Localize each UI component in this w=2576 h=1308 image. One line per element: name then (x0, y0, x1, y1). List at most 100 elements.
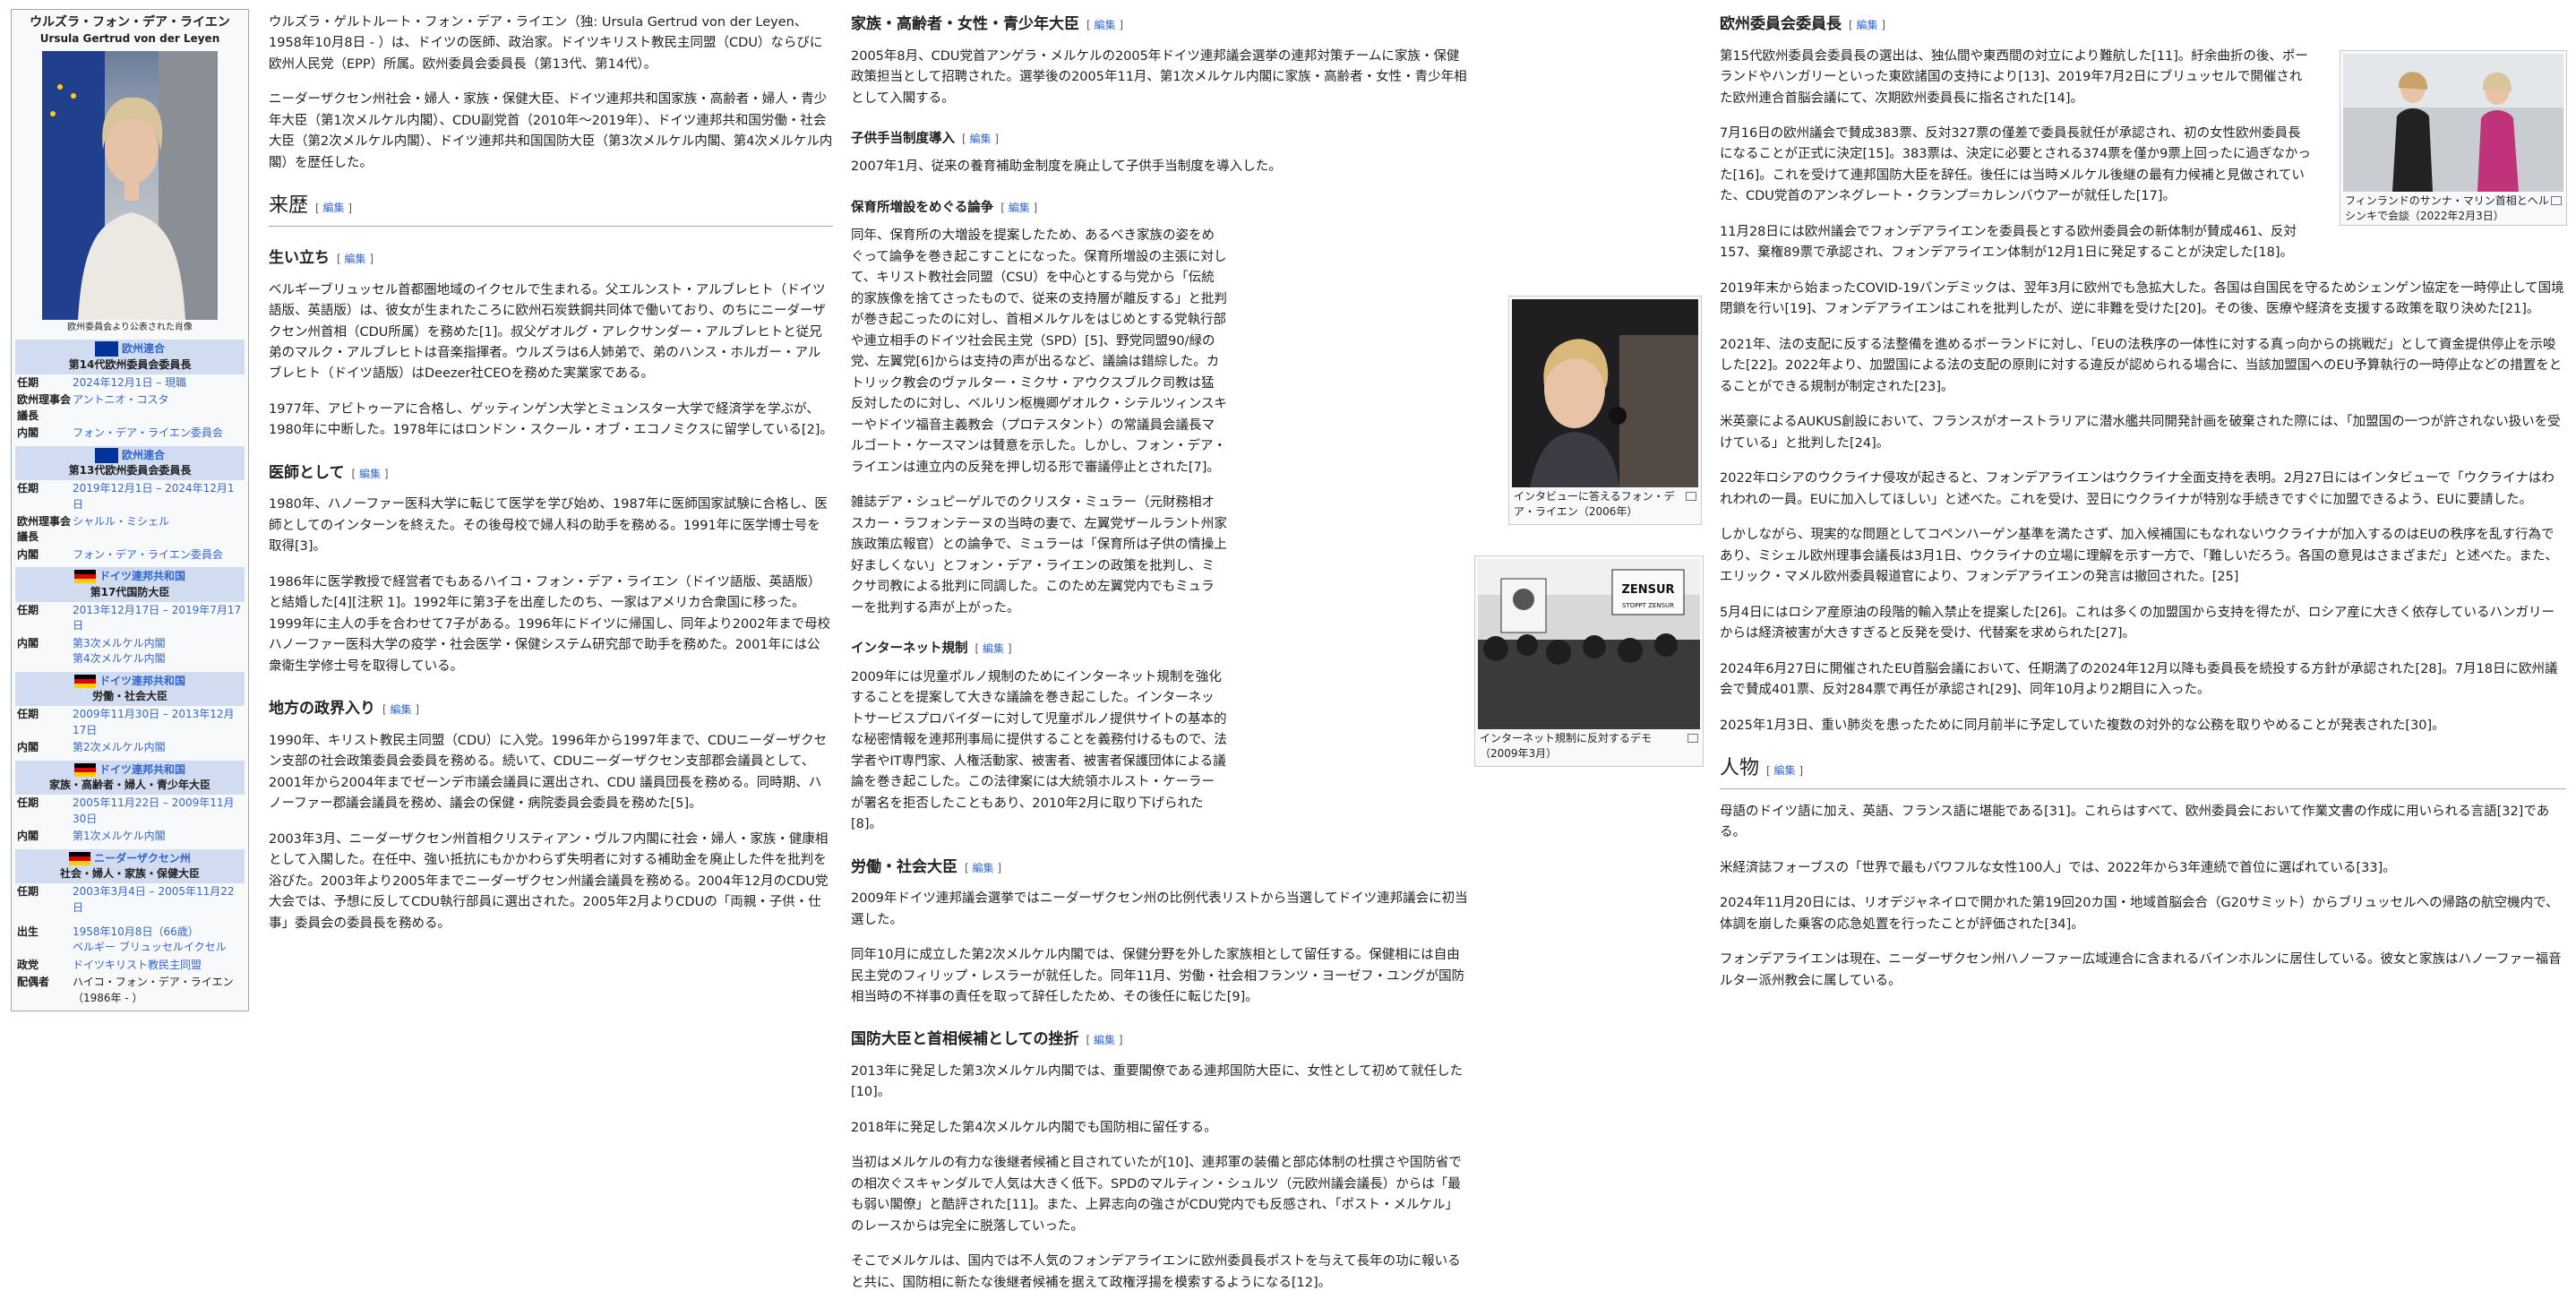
body-paragraph: 2003年3月、ニーダーザクセン州首相クリスティアン・ヴルフ内閣に社会・婦人・家… (269, 831, 829, 931)
body-paragraph: 雑誌デア・シュピーゲルでのクリスタ・ミュラー（元財務相オスカー・ラフォンテーヌの… (851, 495, 1227, 615)
infobox-value[interactable]: シャルル・ミシェル (73, 514, 243, 546)
edit-link[interactable]: 編集 (962, 133, 999, 145)
enlarge-icon[interactable] (1686, 492, 1696, 501)
protest-sign-text: ZENSUR (1621, 583, 1674, 597)
offices-list: 欧州連合 第14代欧州委員会委員長 任期 2024年12月1日 – 現職 欧州理事会議長… (15, 340, 245, 916)
body-paragraph: しかしながら、現実的な問題としてコペンハーゲン基準を満たさず、加入候補国にもなれ… (1720, 528, 2559, 585)
office-title: 社会・婦人・家族・保健大臣 (59, 866, 200, 880)
enlarge-icon[interactable] (2551, 196, 2562, 205)
body-paragraph: 2019年末から始まったCOVID-19パンデミックは、翌年3月に欧州でも急拡大… (1720, 280, 2564, 317)
intro-paragraph: ニーダーザクセン州社会・婦人・家族・保健大臣、ドイツ連邦共和国家族・高齢者・婦人… (269, 92, 833, 170)
edit-link[interactable]: 編集 (315, 202, 352, 214)
section-birth-heading: 生い立ち編集 (269, 246, 833, 271)
body-paragraph: 2009年には児童ポルノ規制のためにインターネット規制を強化することを提案して大… (851, 669, 1227, 832)
body-paragraph: 2013年に発足した第3次メルケル内閣では、重要閣僚である連邦国防大臣に、女性と… (851, 1064, 1464, 1100)
thumbnail-marin-meeting[interactable]: フィンランドのサンナ・マリン首相とヘルシンキで会談（2022年2月3日） (2340, 50, 2567, 226)
body-paragraph: 同年、保育所の大増設を提案したため、あるべき家族の姿をめぐって論争を巻き起こすこ… (851, 228, 1227, 475)
infobox-key: 出生 (17, 925, 39, 939)
infobox-key: 内閣 (17, 426, 39, 440)
portrait-caption: 欧州委員会より公表された肖像 (67, 322, 193, 332)
thumbnail-interview[interactable]: インタビューに答えるフォン・デア・ライエン（2006年） (1508, 296, 1702, 525)
german-flag-icon (73, 570, 96, 584)
body-paragraph: 2018年に発足した第4次メルケル内閣でも国防相に留任する。 (851, 1120, 1217, 1135)
infobox-value[interactable]: 第2次メルケル内閣 (73, 740, 243, 755)
demo-photo[interactable]: ZENSUR STOPPT ZENSUR (1478, 559, 1700, 729)
section-daycare-heading: 保育所増設をめぐる論争編集 (851, 198, 1469, 219)
infobox-key: 任期 (17, 604, 39, 617)
section-president-heading: 欧州委員会委員長編集 (1720, 13, 2566, 38)
meeting-photo[interactable] (2343, 54, 2563, 192)
infobox-value[interactable]: 2005年11月22日 – 2009年11月30日 (73, 796, 243, 827)
edit-link[interactable]: 編集 (337, 253, 374, 265)
edit-link[interactable]: 編集 (1086, 19, 1123, 31)
infobox-value[interactable]: 第1次メルケル内閣 (73, 829, 243, 844)
office-header[interactable]: ドイツ連邦共和国 第17代国防大臣 (15, 567, 245, 603)
section-labour-heading: 労働・社会大臣編集 (851, 856, 1469, 881)
infobox-key: 任期 (17, 796, 39, 810)
protest-sign-text: STOPPT ZENSUR (1622, 602, 1674, 609)
interview-photo[interactable] (1512, 299, 1698, 487)
section-local-heading: 地方の政界入り編集 (269, 697, 833, 722)
body-paragraph: 11月28日には欧州議会でフォンデアライエンを委員長とする欧州委員会の新体制が賛… (1720, 224, 2297, 261)
german-flag-icon (73, 674, 96, 688)
edit-link[interactable]: 編集 (975, 642, 1012, 655)
infobox-row: 内閣 フォン・デア・ライエン委員会 (15, 546, 245, 564)
thumbnail-caption: フィンランドのサンナ・マリン首相とヘルシンキで会談（2022年2月3日） (2345, 194, 2549, 222)
german-flag-icon (69, 851, 91, 865)
office-header[interactable]: ドイツ連邦共和国 家族・高齢者・婦人・青少年大臣 (15, 760, 245, 796)
infobox-value[interactable]: フォン・デア・ライエン委員会 (73, 547, 243, 563)
infobox-row: 出生 1958年10月8日（66歳） ベルギー ブリュッセルイクセル (15, 924, 245, 957)
german-flag-icon (73, 762, 96, 777)
office-title: 欧州連合 (121, 342, 165, 356)
infobox-row: 内閣 第2次メルケル内閣 (15, 739, 245, 756)
office-header[interactable]: ドイツ連邦共和国労働・社会大臣 (15, 671, 245, 707)
infobox-value[interactable]: 2003年3月4日 – 2005年11月22日 (73, 884, 243, 916)
enlarge-icon[interactable] (1687, 734, 1698, 743)
office-header[interactable]: 欧州連合 第14代欧州委員会委員長 (15, 340, 245, 374)
edit-link[interactable]: 編集 (965, 862, 1001, 874)
infobox-row: 任期 2013年12月17日 – 2019年7月17日 (15, 602, 245, 635)
thumbnail-demo[interactable]: ZENSUR STOPPT ZENSUR インターネット規制に反対するデモ（20… (1474, 555, 1704, 767)
infobox-value[interactable]: アントニオ・コスタ (73, 392, 243, 424)
edit-link[interactable]: 編集 (382, 703, 419, 716)
edit-link[interactable]: 編集 (352, 468, 389, 480)
edit-link[interactable]: 編集 (1766, 764, 1803, 777)
edit-link[interactable]: 編集 (1086, 1034, 1123, 1046)
infobox-title: ウルズラ・フォン・デア・ライエン (30, 15, 230, 30)
intro-paragraph: ウルズラ・ゲルトルート・フォン・デア・ライエン（独: Ursula Gertru… (269, 15, 823, 72)
infobox-value[interactable]: ハイコ・フォン・デア・ライエン （1986年 - ） (73, 975, 243, 1006)
infobox-row: 内閣 第1次メルケル内閣 (15, 828, 245, 845)
body-paragraph: 同年10月に成立した第2次メルケル内閣では、保健分野を外した家族相として留任する… (851, 948, 1465, 1004)
infobox-row: 任期 2024年12月1日 – 現職 (15, 374, 245, 392)
infobox-row: 欧州理事会議長 シャルル・ミシェル (15, 513, 245, 546)
infobox-value[interactable]: 2024年12月1日 – 現職 (73, 375, 243, 391)
infobox-value[interactable]: フォン・デア・ライエン委員会 (73, 426, 243, 441)
portrait-photo[interactable] (42, 50, 218, 320)
body-paragraph: 1990年、キリスト教民主同盟（CDU）に入党。1996年から1997年まで、C… (269, 733, 828, 812)
office-header[interactable]: 欧州連合 第13代欧州委員会委員長 (15, 445, 245, 481)
infobox-key: 内閣 (17, 741, 39, 754)
body-paragraph: ベルギーブリュッセル首都圏地域のイクセルで生まれる。父エルンスト・アルブレヒト（… (269, 282, 826, 382)
office-title: 欧州連合 (121, 448, 165, 461)
infobox-key: 任期 (17, 375, 39, 389)
infobox-value[interactable]: 2009年11月30日 – 2013年12月17日 (73, 707, 243, 738)
infobox-value[interactable]: 2019年12月1日 – 2024年12月1日 (73, 481, 243, 512)
edit-link[interactable]: 編集 (1000, 202, 1037, 214)
infobox-row: 政党 ドイツキリスト教民主同盟 (15, 957, 245, 974)
infobox-value[interactable]: 1958年10月8日（66歳） ベルギー ブリュッセルイクセル (73, 925, 243, 956)
office-title: 労働・社会大臣 (91, 690, 167, 702)
body-paragraph: 2025年1月3日、重い肺炎を患ったために同月前半に予定していた複数の対外的な公… (1720, 718, 2445, 733)
edit-link[interactable]: 編集 (1849, 19, 1885, 31)
infobox-value[interactable]: 第3次メルケル内閣 第4次メルケル内閣 (73, 636, 243, 667)
office-header[interactable]: ニーダーザクセン州 社会・婦人・家族・保健大臣 (15, 848, 245, 884)
section-family-heading: 家族・高齢者・女性・青少年大臣編集 (851, 13, 1469, 38)
infobox-value[interactable]: 2013年12月17日 – 2019年7月17日 (73, 603, 243, 634)
infobox-value[interactable]: ドイツキリスト教民主同盟 (73, 958, 243, 973)
infobox-key: 欧州理事会議長 (17, 393, 72, 422)
infobox-subtitle: Ursula Gertrud von der Leyen (39, 32, 220, 46)
body-paragraph: 1977年、アビトゥーアに合格し、ゲッティンゲン大学とミュンスター大学で経済学を… (269, 401, 833, 438)
infobox-key: 任期 (17, 885, 39, 899)
section-internet-heading: インターネット規制編集 (851, 639, 1227, 659)
office-title: ドイツ連邦共和国 (99, 570, 185, 583)
office-title: ドイツ連邦共和国 (99, 674, 185, 687)
